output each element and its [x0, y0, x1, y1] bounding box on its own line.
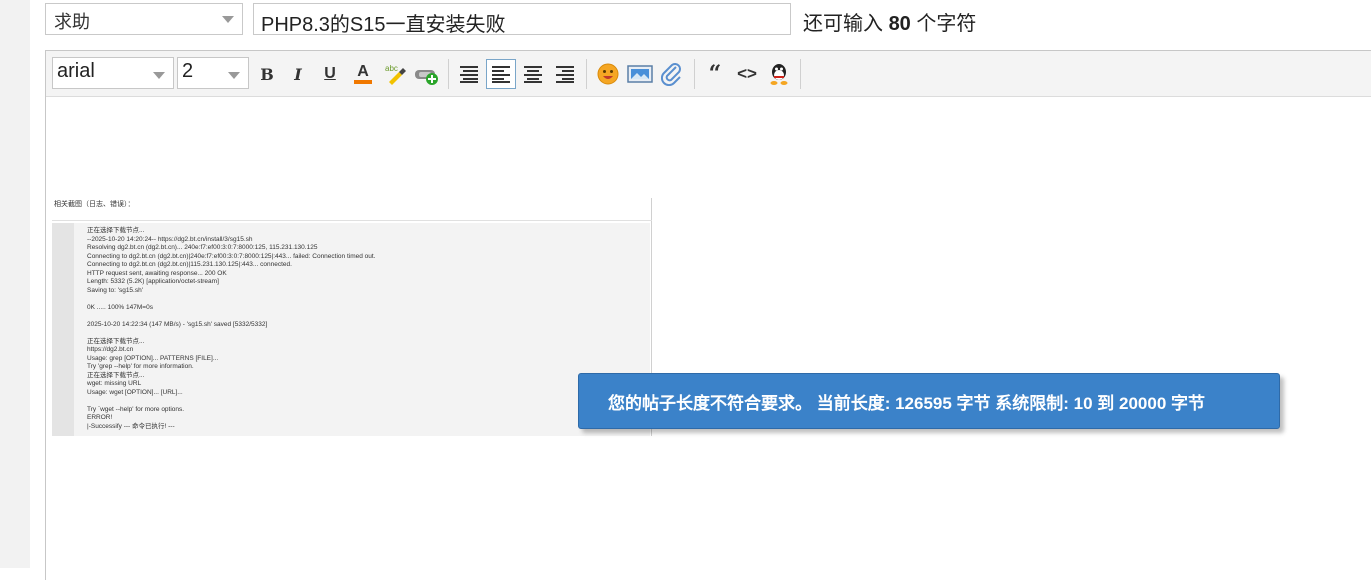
log-line: Connecting to dg2.bt.cn (dg2.bt.cn)|240e… — [87, 252, 376, 260]
chevron-down-icon — [153, 72, 165, 79]
log-line: 2025-10-20 14:22:34 (147 MB/s) - 'sg15.s… — [87, 320, 268, 328]
left-gutter — [0, 0, 30, 568]
log-line: --2025-10-20 14:20:24-- https://dg2.bt.c… — [87, 235, 253, 243]
font-size-value: 2 — [182, 60, 194, 82]
char-remaining-counter: 还可输入 80 个字符 — [803, 7, 976, 36]
log-line: Usage: wget [OPTION]... [URL]... — [87, 388, 183, 396]
log-line: Usage: grep [OPTION]... PATTERNS [FILE].… — [87, 354, 219, 362]
log-code-block: 正在选择下载节点... --2025-10-20 14:20:24-- https… — [52, 223, 650, 436]
log-line: wget: missing URL — [87, 380, 142, 387]
smiley-icon — [597, 63, 619, 85]
font-family-value: arial — [57, 60, 95, 82]
attachment-button[interactable] — [657, 59, 687, 89]
image-icon — [627, 65, 653, 83]
chevron-down-icon — [222, 16, 234, 23]
log-line: Try `wget --help' for more options. — [87, 405, 185, 413]
quote-button[interactable]: “ — [700, 59, 730, 89]
toolbar-divider — [448, 59, 449, 89]
log-line: Length: 5332 (5.2K) [application/octet-s… — [87, 278, 219, 285]
align-center-icon — [524, 66, 542, 83]
svg-text:abc: abc — [385, 64, 398, 73]
log-line: ERROR! — [87, 414, 113, 421]
editor-toolbar: arial 2 B I U A abc “ <> — [46, 51, 1371, 97]
quote-icon: “ — [708, 61, 722, 87]
emoji-button[interactable] — [593, 59, 623, 89]
paperclip-icon — [661, 63, 681, 86]
underline-icon: U — [324, 65, 336, 82]
align-left-icon — [492, 66, 510, 83]
log-line: Resolving dg2.bt.cn (dg2.bt.cn)... 240e:… — [87, 244, 318, 251]
log-line: Saving to: 'sg15.sh' — [87, 286, 143, 294]
log-line: https://dg2.bt.cn — [87, 346, 134, 353]
qq-button[interactable] — [764, 59, 794, 89]
font-family-select[interactable]: arial — [52, 57, 174, 89]
chevron-down-icon — [228, 72, 240, 79]
log-line: |-Successify --- 命令已执行! --- — [87, 422, 175, 430]
remaining-count: 80 — [888, 13, 911, 35]
editor-content-area[interactable]: 相关截图（日志、错误）： 正在选择下载节点... --2025-10-20 14:… — [46, 98, 1371, 581]
error-toast: 您的帖子长度不符合要求。 当前长度: 126595 字节 系统限制: 10 到 … — [578, 373, 1280, 429]
code-icon: <> — [737, 64, 757, 83]
screenshot-caption: 相关截图（日志、错误）： — [54, 201, 135, 208]
insert-image-button[interactable] — [625, 59, 655, 89]
font-color-icon: A — [357, 63, 369, 80]
qq-penguin-icon — [770, 64, 788, 85]
log-line: Try 'grep --help' for more information. — [87, 363, 194, 370]
color-bar — [354, 80, 372, 84]
code-gutter — [52, 223, 74, 436]
category-select[interactable]: 求助 — [45, 3, 243, 35]
font-color-button[interactable]: A — [348, 59, 378, 89]
log-line: Connecting to dg2.bt.cn (dg2.bt.cn)|115.… — [87, 261, 292, 268]
log-lines: 正在选择下载节点... --2025-10-20 14:20:24-- https… — [87, 227, 376, 431]
align-justify-button[interactable] — [454, 59, 484, 89]
align-right-button[interactable] — [550, 59, 580, 89]
bold-button[interactable]: B — [252, 59, 282, 89]
code-button[interactable]: <> — [732, 59, 762, 89]
log-line: 0K ..... 100% 147M=0s — [87, 303, 153, 311]
remaining-suffix: 个字符 — [916, 13, 977, 35]
rich-text-editor: arial 2 B I U A abc “ <> 相关截图（日志、错误）： 正在… — [45, 50, 1371, 581]
underline-button[interactable]: U — [315, 59, 345, 89]
embedded-screenshot: 相关截图（日志、错误）： 正在选择下载节点... --2025-10-20 14:… — [52, 198, 652, 436]
align-justify-icon — [460, 66, 478, 83]
remaining-prefix: 还可输入 — [803, 13, 883, 35]
italic-icon: I — [294, 64, 302, 84]
toolbar-divider — [800, 59, 801, 89]
highlight-button[interactable]: abc — [380, 59, 410, 89]
log-line: 正在选择下载节点... — [87, 371, 145, 379]
log-line: 正在选择下载节点... — [87, 227, 145, 234]
toolbar-divider — [586, 59, 587, 89]
log-line: HTTP request sent, awaiting response... … — [87, 269, 227, 277]
log-line: 正在选择下载节点... — [87, 337, 145, 345]
align-center-button[interactable] — [518, 59, 548, 89]
toast-message: 您的帖子长度不符合要求。 当前长度: 126595 字节 系统限制: 10 到 … — [608, 393, 1206, 413]
italic-button[interactable]: I — [283, 59, 313, 89]
insert-link-button[interactable] — [412, 59, 442, 89]
bold-icon: B — [260, 64, 274, 84]
toolbar-divider — [694, 59, 695, 89]
title-input[interactable]: PHP8.3的S15一直安装失败 — [253, 3, 791, 35]
font-size-select[interactable]: 2 — [177, 57, 249, 89]
highlighter-icon: abc — [385, 64, 406, 85]
align-right-icon — [556, 66, 574, 83]
category-select-value: 求助 — [54, 12, 90, 32]
link-add-icon — [415, 70, 438, 85]
align-left-button[interactable] — [486, 59, 516, 89]
divider — [52, 220, 652, 221]
